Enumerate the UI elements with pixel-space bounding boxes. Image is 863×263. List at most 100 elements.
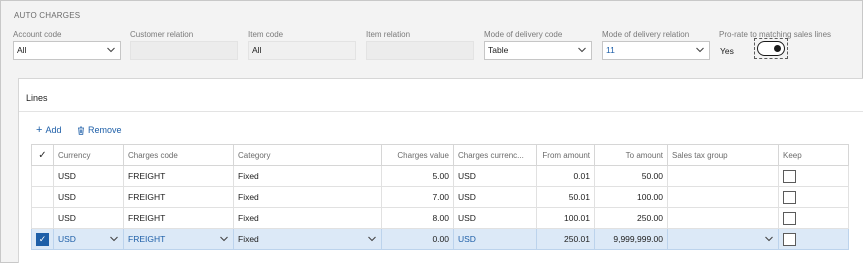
keep-cell	[778, 165, 849, 187]
column-header-charges-code[interactable]: Charges code	[123, 144, 234, 166]
chevron-down-icon[interactable]	[765, 236, 773, 242]
charges-value-cell[interactable]: 0.00	[381, 228, 454, 250]
chevron-down-icon[interactable]	[578, 47, 586, 53]
mode-delivery-relation-select[interactable]: 11	[602, 41, 710, 60]
charges-code-cell[interactable]: FREIGHT	[123, 186, 234, 208]
column-header-from-amount[interactable]: From amount	[536, 144, 595, 166]
from-amount-cell[interactable]: 0.01	[536, 165, 595, 187]
charges-code-cell[interactable]: FREIGHT	[123, 228, 234, 250]
chevron-down-icon[interactable]	[696, 47, 704, 53]
keep-checkbox[interactable]	[783, 211, 796, 225]
row-selector[interactable]	[31, 186, 54, 208]
chevron-down-icon[interactable]	[220, 236, 228, 242]
keep-cell	[778, 228, 849, 250]
keep-cell	[778, 186, 849, 208]
keep-checkbox[interactable]	[783, 190, 796, 204]
item-relation-field: Item relation	[366, 30, 476, 60]
column-header-charges-currency[interactable]: Charges currenc...	[453, 144, 537, 166]
category-value: Fixed	[238, 234, 259, 244]
category-cell[interactable]: Fixed	[233, 228, 382, 250]
currency-cell[interactable]: USD	[53, 207, 124, 229]
keep-checkbox[interactable]	[783, 169, 796, 183]
charges-currency-cell[interactable]: USD	[453, 186, 537, 208]
chevron-down-icon[interactable]	[368, 236, 376, 242]
to-amount-cell[interactable]: 100.00	[594, 186, 668, 208]
from-amount-cell[interactable]: 250.01	[536, 228, 595, 250]
charges-code-value: FREIGHT	[128, 234, 166, 244]
add-label: Add	[45, 125, 62, 135]
table-row[interactable]: USD FREIGHT Fixed 8.00 USD 100.01 250.00	[31, 207, 849, 229]
trash-icon	[78, 126, 84, 135]
sales-tax-group-cell[interactable]	[667, 165, 779, 187]
mode-delivery-relation-value: 11	[606, 45, 615, 55]
mode-delivery-code-field: Mode of delivery code Table	[484, 30, 594, 60]
divider	[19, 111, 863, 112]
row-selector[interactable]	[31, 165, 54, 187]
mode-delivery-relation-label: Mode of delivery relation	[602, 30, 690, 39]
chevron-down-icon[interactable]	[107, 47, 115, 53]
lines-title: Lines	[26, 93, 48, 103]
currency-cell[interactable]: USD	[53, 165, 124, 187]
sales-tax-group-cell[interactable]	[667, 186, 779, 208]
customer-relation-field: Customer relation	[130, 30, 240, 60]
category-cell[interactable]: Fixed	[233, 207, 382, 229]
account-code-value: All	[17, 45, 27, 55]
charges-code-cell[interactable]: FREIGHT	[123, 165, 234, 187]
column-header-keep[interactable]: Keep	[778, 144, 849, 166]
account-code-label: Account code	[13, 30, 62, 39]
table-row[interactable]: USD FREIGHT Fixed 7.00 USD 50.01 100.00	[31, 186, 849, 208]
item-relation-input[interactable]	[366, 41, 474, 60]
prorate-field: Pro-rate to matching sales lines Yes	[719, 30, 831, 59]
to-amount-cell[interactable]: 9,999,999.00	[594, 228, 668, 250]
charges-currency-cell[interactable]: USD	[453, 228, 537, 250]
checkmark-icon: ✓	[36, 232, 49, 246]
mode-delivery-relation-field: Mode of delivery relation 11	[602, 30, 712, 60]
item-code-field: Item code All	[248, 30, 358, 60]
charges-currency-cell[interactable]: USD	[453, 165, 537, 187]
sales-tax-group-cell[interactable]	[667, 228, 779, 250]
mode-delivery-code-select[interactable]: Table	[484, 41, 592, 60]
prorate-value: Yes	[720, 46, 734, 56]
prorate-toggle[interactable]	[757, 41, 785, 56]
lines-grid: ✓ Currency Charges code Category Charges…	[31, 144, 849, 250]
checkmark-icon: ✓	[38, 149, 47, 161]
category-cell[interactable]: Fixed	[233, 165, 382, 187]
table-row[interactable]: USD FREIGHT Fixed 5.00 USD 0.01 50.00	[31, 165, 849, 187]
keep-cell	[778, 207, 849, 229]
remove-button[interactable]: Remove	[77, 125, 122, 135]
sales-tax-group-cell[interactable]	[667, 207, 779, 229]
chevron-down-icon[interactable]	[110, 236, 118, 242]
currency-cell[interactable]: USD	[53, 186, 124, 208]
row-selector[interactable]: ✓	[31, 228, 54, 250]
account-code-field: Account code All	[13, 30, 123, 60]
account-code-select[interactable]: All	[13, 41, 121, 60]
charges-code-cell[interactable]: FREIGHT	[123, 207, 234, 229]
add-button[interactable]: + Add	[36, 123, 62, 136]
currency-cell[interactable]: USD	[53, 228, 124, 250]
to-amount-cell[interactable]: 50.00	[594, 165, 668, 187]
mode-delivery-code-label: Mode of delivery code	[484, 30, 563, 39]
charges-value-cell[interactable]: 7.00	[381, 186, 454, 208]
charges-currency-cell[interactable]: USD	[453, 207, 537, 229]
plus-icon: +	[36, 123, 43, 136]
customer-relation-label: Customer relation	[130, 30, 194, 39]
currency-value: USD	[58, 234, 76, 244]
column-header-currency[interactable]: Currency	[53, 144, 124, 166]
column-header-to-amount[interactable]: To amount	[594, 144, 668, 166]
from-amount-cell[interactable]: 50.01	[536, 186, 595, 208]
keep-checkbox[interactable]	[783, 232, 796, 246]
category-cell[interactable]: Fixed	[233, 186, 382, 208]
column-header-category[interactable]: Category	[233, 144, 382, 166]
from-amount-cell[interactable]: 100.01	[536, 207, 595, 229]
to-amount-cell[interactable]: 250.00	[594, 207, 668, 229]
item-code-input[interactable]: All	[248, 41, 356, 60]
section-title: AUTO CHARGES	[14, 11, 81, 20]
charges-value-cell[interactable]: 8.00	[381, 207, 454, 229]
charges-value-cell[interactable]: 5.00	[381, 165, 454, 187]
row-selector[interactable]	[31, 207, 54, 229]
table-row-selected[interactable]: ✓ USD FREIGHT Fixed 0.00 USD 250.01 9,99…	[31, 228, 849, 250]
column-header-sales-tax-group[interactable]: Sales tax group	[667, 144, 779, 166]
customer-relation-input[interactable]	[130, 41, 238, 60]
select-all-header[interactable]: ✓	[31, 144, 54, 166]
column-header-charges-value[interactable]: Charges value	[381, 144, 454, 166]
